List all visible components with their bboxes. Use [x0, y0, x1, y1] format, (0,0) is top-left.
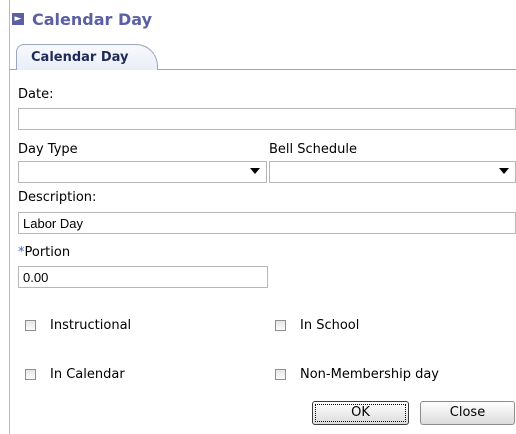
non-membership-checkbox[interactable] [275, 369, 286, 380]
bell-schedule-label: Bell Schedule [269, 142, 358, 157]
instructional-checkbox[interactable] [25, 320, 36, 331]
in-school-label: In School [300, 318, 360, 333]
in-school-checkbox-row[interactable]: In School [275, 318, 359, 333]
close-button[interactable]: Close [420, 401, 515, 425]
bell-schedule-select[interactable] [269, 161, 516, 183]
instructional-checkbox-row[interactable]: Instructional [25, 318, 131, 333]
non-membership-checkbox-row[interactable]: Non-Membership day [275, 367, 439, 382]
chevron-down-icon [499, 168, 509, 174]
portion-label-text: Portion [24, 245, 71, 260]
tab-calendar-day[interactable]: Calendar Day [16, 44, 158, 70]
ok-button[interactable]: OK [312, 401, 409, 425]
panel-title: Calendar Day [32, 9, 152, 29]
expand-arrow-icon[interactable]: ► [12, 13, 24, 25]
in-calendar-checkbox[interactable] [25, 369, 36, 380]
chevron-down-icon [250, 168, 260, 174]
in-calendar-label: In Calendar [50, 367, 125, 382]
date-field[interactable] [18, 108, 516, 130]
non-membership-label: Non-Membership day [300, 367, 440, 382]
in-calendar-checkbox-row[interactable]: In Calendar [25, 367, 125, 382]
instructional-label: Instructional [50, 318, 132, 333]
panel-header: ► Calendar Day [12, 6, 152, 32]
date-label: Date: [18, 87, 54, 102]
in-school-checkbox[interactable] [275, 320, 286, 331]
portion-label: *Portion [18, 245, 70, 260]
description-label: Description: [18, 190, 97, 205]
portion-field[interactable] [18, 266, 268, 288]
day-type-select[interactable] [18, 161, 267, 183]
description-field[interactable] [18, 212, 516, 234]
day-type-label: Day Type [18, 142, 78, 157]
tab-bar: Calendar Day [10, 37, 516, 70]
